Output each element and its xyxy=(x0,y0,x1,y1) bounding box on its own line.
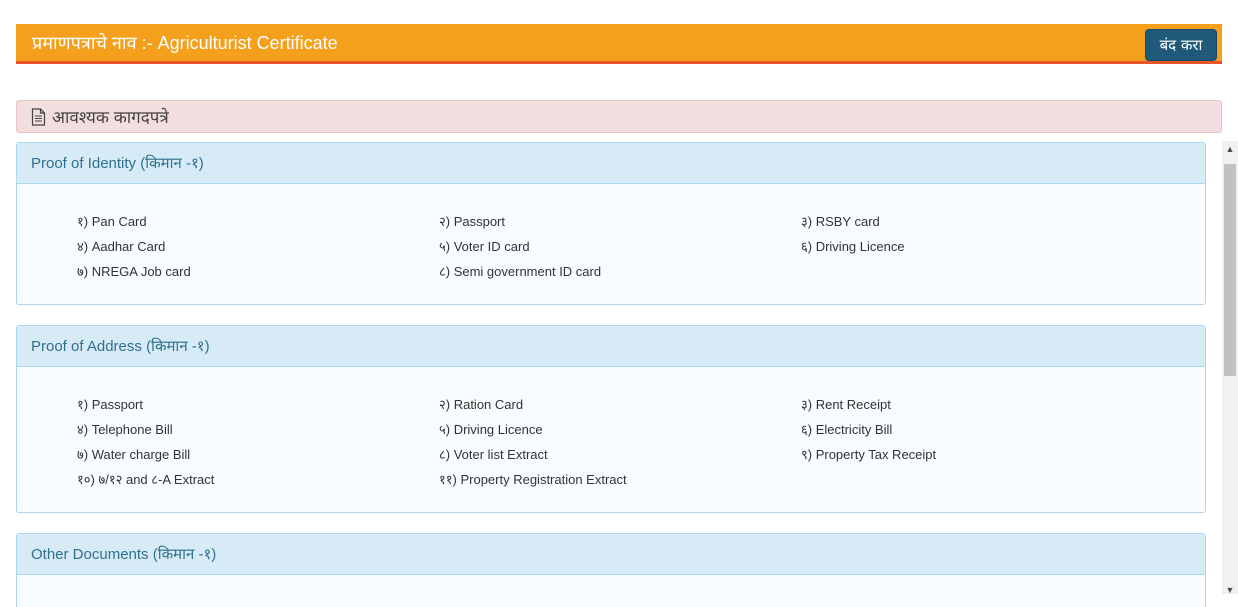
scroll-down-arrow-icon[interactable]: ▼ xyxy=(1222,582,1238,598)
modal-title: प्रमाणपत्राचे नाव :- Agriculturist Certi… xyxy=(32,33,338,53)
list-item: १०) ७/१२ and ८-A Extract xyxy=(77,472,215,487)
panel-heading: Proof of Address (किमान -१) xyxy=(17,326,1205,367)
proof-of-identity-panel: Proof of Identity (किमान -१) १) Pan Card… xyxy=(16,142,1206,305)
list-item: १) Passport xyxy=(77,397,144,412)
list-item: १) Pan Card xyxy=(77,214,147,229)
scroll-up-arrow-icon[interactable]: ▲ xyxy=(1222,141,1238,157)
required-documents-label: आवश्यक कागदपत्रे xyxy=(52,108,169,127)
list-item: ६) Driving Licence xyxy=(801,239,905,254)
list-item: ५) Driving Licence xyxy=(439,422,543,437)
other-documents-panel: Other Documents (किमान -१) xyxy=(16,533,1206,607)
list-item: ११) Property Registration Extract xyxy=(439,472,627,487)
required-documents-alert: आवश्यक कागदपत्रे xyxy=(16,100,1222,133)
list-item: ७) Water charge Bill xyxy=(77,447,191,462)
vertical-scrollbar[interactable]: ▲ ▼ xyxy=(1222,141,1238,595)
panel-heading: Proof of Identity (किमान -१) xyxy=(17,143,1205,184)
document-requirements-modal: प्रमाणपत्राचे नाव :- Agriculturist Certi… xyxy=(0,0,1238,607)
list-item: ३) Rent Receipt xyxy=(801,397,891,412)
list-item: २) Ration Card xyxy=(439,397,524,412)
panel-heading: Other Documents (किमान -१) xyxy=(17,534,1205,575)
list-item: ७) NREGA Job card xyxy=(77,264,191,279)
proof-of-address-panel: Proof of Address (किमान -१) १) Passport … xyxy=(16,325,1206,513)
document-list: १) Pan Card २) Passport ३) RSBY card ४) … xyxy=(77,213,1177,281)
list-item: ५) Voter ID card xyxy=(439,239,530,254)
list-item: २) Passport xyxy=(439,214,506,229)
documents-scroll-area[interactable]: Proof of Identity (किमान -१) १) Pan Card… xyxy=(0,141,1222,607)
list-item: ४) Aadhar Card xyxy=(77,239,166,254)
modal-header: प्रमाणपत्राचे नाव :- Agriculturist Certi… xyxy=(16,24,1222,64)
list-item: ४) Telephone Bill xyxy=(77,422,173,437)
scrollbar-thumb[interactable] xyxy=(1224,164,1236,376)
document-list: १) Passport २) Ration Card ३) Rent Recei… xyxy=(77,396,1177,489)
list-item: ८) Voter list Extract xyxy=(439,447,548,462)
list-item: ३) RSBY card xyxy=(801,214,880,229)
close-button[interactable]: बंद करा xyxy=(1145,29,1217,61)
document-icon xyxy=(31,107,46,126)
list-item: ८) Semi government ID card xyxy=(439,264,602,279)
list-item: ९) Property Tax Receipt xyxy=(801,447,937,462)
list-item: ६) Electricity Bill xyxy=(801,422,893,437)
